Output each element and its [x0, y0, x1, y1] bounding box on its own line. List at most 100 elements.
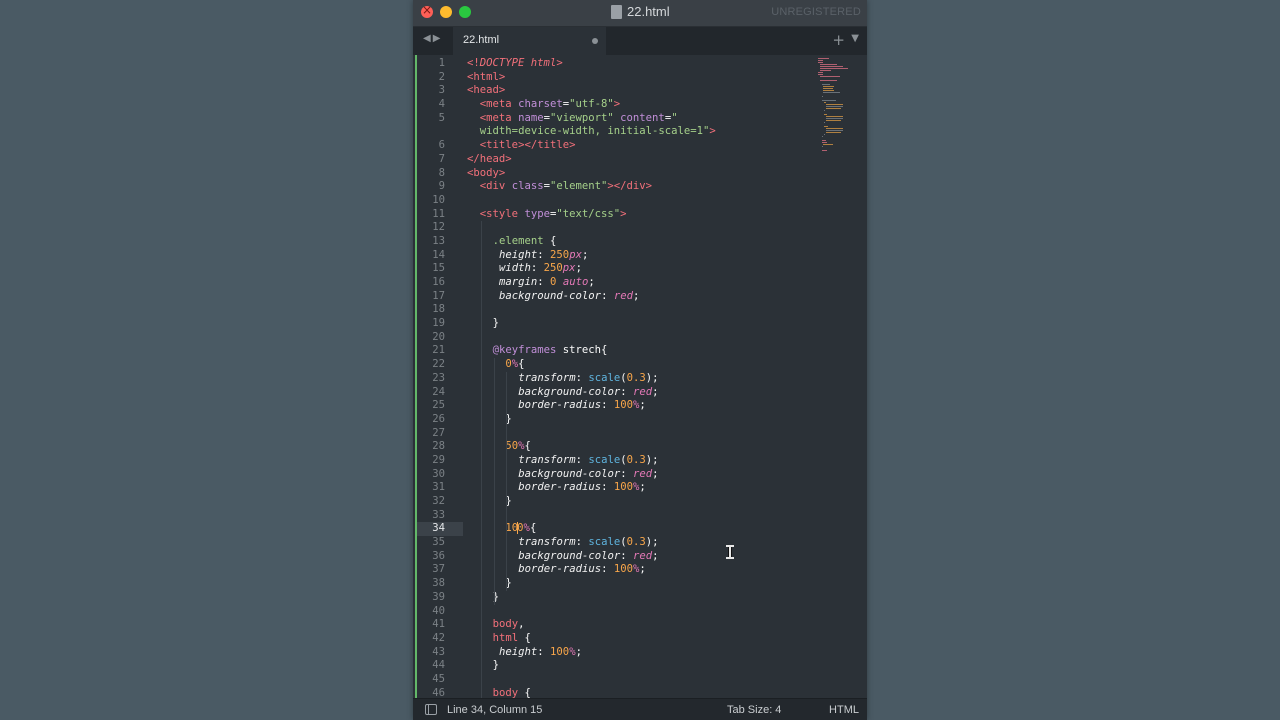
code-line[interactable]: 16 margin: 0 auto; [413, 276, 813, 290]
code-line[interactable]: 45 [413, 673, 813, 687]
code-line[interactable]: 5 <meta name="viewport" content=" [413, 112, 813, 126]
code-line[interactable]: 39} [413, 591, 813, 605]
code-line[interactable]: 44} [413, 659, 813, 673]
code-line[interactable]: 18 [413, 303, 813, 317]
maximize-window-button[interactable] [459, 6, 471, 18]
code-line[interactable]: 15 width: 250px; [413, 262, 813, 276]
line-number: 10 [432, 193, 445, 206]
code-line[interactable]: 32} [413, 495, 813, 509]
tab-size[interactable]: Tab Size: 4 [727, 704, 781, 716]
code-line[interactable]: 13 .element { [413, 235, 813, 249]
line-number: 27 [432, 426, 445, 439]
code-line[interactable]: 36 background-color: red; [413, 550, 813, 564]
line-content: background-color: red; [518, 467, 659, 480]
code-line[interactable]: 11 <style type="text/css"> [413, 208, 813, 222]
line-content: height: 100%; [499, 645, 582, 658]
code-line[interactable]: 35 transform: scale(0.3); [413, 536, 813, 550]
code-line[interactable]: 19} [413, 317, 813, 331]
document-icon [611, 5, 622, 19]
line-number: 19 [432, 317, 445, 330]
line-number: 37 [432, 563, 445, 576]
code-line[interactable]: 46 body { [413, 687, 813, 698]
code-line[interactable]: 12 [413, 221, 813, 235]
line-number: 2 [438, 70, 445, 83]
code-line[interactable]: 28 50%{ [413, 440, 813, 454]
code-line[interactable]: 40 [413, 605, 813, 619]
unsaved-dot-icon[interactable] [592, 38, 598, 44]
triangle-left-icon[interactable]: ◀ [423, 33, 433, 44]
line-number: 20 [432, 330, 445, 343]
line-number: 43 [432, 645, 445, 658]
code-line[interactable]: 42 html { [413, 632, 813, 646]
code-lines[interactable]: 1 <!DOCTYPE html> 2 <html> 3 <head> 4 <meta cha… [413, 57, 813, 698]
code-line[interactable]: 34 100%{ [413, 522, 813, 537]
code-line[interactable]: 7 </head> [413, 153, 813, 167]
code-line[interactable]: 24 background-color: red; [413, 386, 813, 400]
line-number: 25 [432, 399, 445, 412]
line-content: border-radius: 100%; [518, 399, 646, 412]
code-line[interactable]: 4 <meta charset="utf-8"> [413, 98, 813, 112]
code-line[interactable]: 27 [413, 427, 813, 441]
line-number: 22 [432, 358, 445, 371]
minimap-line [818, 74, 823, 75]
code-line[interactable]: 1 <!DOCTYPE html> [413, 57, 813, 71]
line-content: width: 250px; [499, 262, 582, 275]
minimap-line [824, 134, 825, 135]
tab-22-html[interactable]: 22.html [453, 27, 606, 55]
code-line[interactable]: 22 0%{ [413, 358, 813, 372]
code-line[interactable]: width=device-width, initial-scale=1"> [413, 125, 813, 139]
code-line[interactable]: 38} [413, 577, 813, 591]
syntax-mode[interactable]: HTML [829, 704, 859, 716]
cursor-position[interactable]: Line 34, Column 15 [447, 704, 542, 716]
code-line[interactable]: 33 [413, 509, 813, 523]
line-content: 50%{ [505, 440, 531, 453]
code-line[interactable]: 23 transform: scale(0.3); [413, 372, 813, 386]
code-line[interactable]: 26} [413, 413, 813, 427]
line-number: 17 [432, 289, 445, 302]
code-line[interactable]: 30 background-color: red; [413, 468, 813, 482]
code-line[interactable]: 37 border-radius: 100%; [413, 563, 813, 577]
code-line[interactable]: 20 [413, 331, 813, 345]
code-line[interactable]: 29 transform: scale(0.3); [413, 454, 813, 468]
line-number: 18 [432, 303, 445, 316]
minimap-line [820, 70, 832, 71]
indent-guide [493, 358, 495, 605]
code-line[interactable]: 31 border-radius: 100%; [413, 481, 813, 495]
minimap-line [824, 102, 827, 103]
code-line[interactable]: 14 height: 250px; [413, 249, 813, 263]
status-bar: Line 34, Column 15 Tab Size: 4 HTML [413, 698, 867, 720]
line-number: 35 [432, 536, 445, 549]
code-line[interactable]: 10 [413, 194, 813, 208]
line-content: <title></title> [479, 139, 576, 152]
code-line[interactable]: 9 <div class="element"></div> [413, 180, 813, 194]
code-line[interactable]: 43 height: 100%; [413, 646, 813, 660]
code-editor[interactable]: 1 <!DOCTYPE html> 2 <html> 3 <head> 4 <meta cha… [413, 55, 867, 698]
code-line[interactable]: 6 <title></title> [413, 139, 813, 153]
line-content: <head> [467, 84, 506, 97]
code-line[interactable]: 2 <html> [413, 71, 813, 85]
minimap-line [823, 92, 840, 93]
code-line[interactable]: 41 body, [413, 618, 813, 632]
minimap-line [820, 64, 837, 65]
plus-icon[interactable]: + [832, 31, 845, 49]
line-content: <style type="text/css"> [479, 207, 627, 220]
code-line[interactable]: 25 border-radius: 100%; [413, 399, 813, 413]
code-line[interactable]: 17 background-color: red; [413, 290, 813, 304]
code-line[interactable]: 3 <head> [413, 84, 813, 98]
minimap[interactable] [818, 55, 862, 165]
code-line[interactable]: 21 @keyframes strech{ [413, 344, 813, 358]
minimize-window-button[interactable] [440, 6, 452, 18]
line-content: html { [492, 631, 531, 644]
triangle-down-icon[interactable]: ▼ [851, 33, 859, 44]
line-number: 28 [432, 440, 445, 453]
panel-toggle-icon[interactable] [425, 704, 437, 715]
minimap-line [822, 100, 836, 101]
minimap-line [820, 68, 848, 69]
triangle-right-icon[interactable]: ▶ [433, 33, 443, 44]
line-content: </head> [467, 152, 512, 165]
line-number: 15 [432, 262, 445, 275]
code-line[interactable]: 8 <body> [413, 167, 813, 181]
close-window-button[interactable] [421, 3, 433, 18]
line-content: <meta charset="utf-8"> [479, 98, 621, 111]
line-number: 13 [432, 234, 445, 247]
